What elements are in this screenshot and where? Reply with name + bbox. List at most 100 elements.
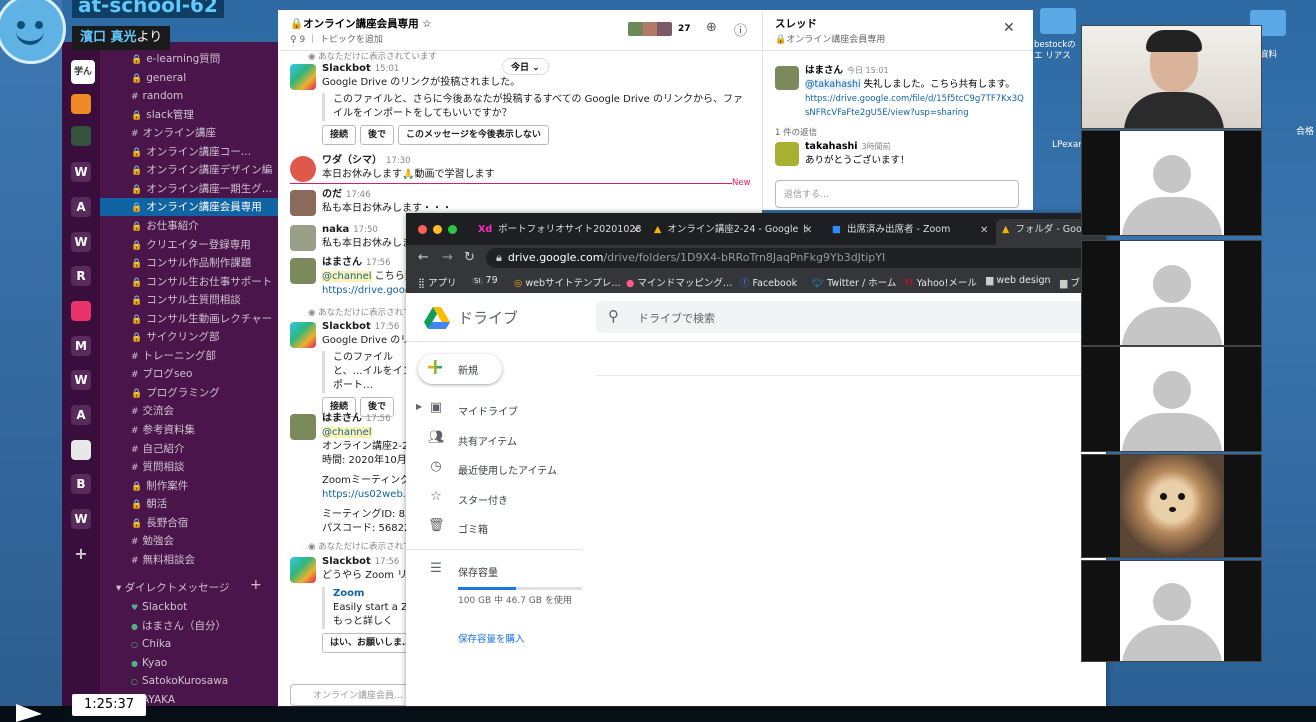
nav-starred[interactable]: スター付き: [458, 492, 508, 507]
yes-please-button[interactable]: はい、お願いしま…: [322, 633, 420, 653]
sidebar-channel[interactable]: 🔒 general: [100, 69, 278, 87]
desktop-file[interactable]: 資料: [1260, 48, 1277, 60]
zoom-video-tile[interactable]: [1081, 560, 1262, 662]
message-time[interactable]: 17:56: [375, 322, 400, 332]
user-avatar[interactable]: [290, 414, 316, 440]
sidebar-channel[interactable]: # 質問相談: [100, 458, 278, 476]
bookmark[interactable]: ● マインドマッピング…: [626, 275, 732, 289]
sidebar-channel[interactable]: 🔒 オンライン講座コー…: [100, 143, 278, 161]
add-workspace-button[interactable]: +: [71, 544, 91, 564]
workspace-icon[interactable]: A: [71, 197, 91, 217]
minimize-window-dot[interactable]: [433, 225, 442, 234]
tab-close-icon[interactable]: ✕: [632, 225, 640, 236]
nav-recent[interactable]: 最近使用したアイテム: [458, 462, 557, 477]
user-mention[interactable]: @takahashi: [805, 79, 861, 90]
workspace-icon[interactable]: [71, 126, 91, 146]
zoom-video-tile[interactable]: [1081, 130, 1262, 236]
message-author[interactable]: ワダ（シマ）: [322, 155, 382, 166]
new-button[interactable]: + 新規: [418, 354, 502, 384]
reload-icon[interactable]: ↻: [464, 250, 475, 265]
sidebar-channel[interactable]: 🔒 オンライン講座デザイン編: [100, 161, 278, 179]
message-time[interactable]: 17:46: [346, 190, 371, 200]
desktop-file[interactable]: bestockのエ リアス: [1034, 40, 1080, 62]
sidebar-dm[interactable]: ● はまさん（自分）: [100, 617, 278, 635]
message-time[interactable]: 17:30: [386, 156, 411, 166]
member-count[interactable]: 27: [678, 24, 691, 34]
close-window-dot[interactable]: [418, 225, 427, 234]
message-author[interactable]: はまさん: [322, 413, 362, 424]
sidebar-channel[interactable]: 🔒 長野合宿: [100, 514, 278, 532]
add-member-icon[interactable]: ⊕: [706, 20, 717, 35]
sidebar-dm[interactable]: ♥ Slackbot: [100, 598, 278, 616]
sidebar-channel[interactable]: 🔒 オンライン講座一期生グ…: [100, 180, 278, 198]
thread-parent-author[interactable]: はまさん: [805, 65, 843, 76]
sidebar-channel[interactable]: 🔒 コンサル生お仕事サポート: [100, 273, 278, 291]
back-icon[interactable]: ←: [418, 250, 429, 265]
later-button[interactable]: 後で: [360, 125, 395, 145]
channel-mention[interactable]: @channel: [322, 427, 372, 438]
close-icon[interactable]: ✕: [1003, 20, 1015, 36]
bookmark[interactable]: ◎ webサイトテンプレ…: [514, 275, 621, 289]
sidebar-channel[interactable]: 🔒 制作案件: [100, 477, 278, 495]
sidebar-channel[interactable]: 🔒 プログラミング: [100, 384, 278, 402]
browser-tab[interactable]: Xd ポートフォリオサイト20201028: [472, 219, 644, 245]
address-bar[interactable]: 🔒︎ drive.google.com/drive/folders/1D9X4-b…: [486, 248, 1106, 268]
buy-storage-link[interactable]: 保存容量を購入: [458, 631, 525, 645]
user-avatar[interactable]: [290, 156, 316, 182]
bookmark[interactable]: Y! Yahoo!メール: [904, 275, 977, 289]
storage-label[interactable]: 保存容量: [458, 564, 498, 579]
sidebar-channel[interactable]: 🔒 コンサル作品制作課題: [100, 254, 278, 272]
sidebar-channel[interactable]: # 参考資料集: [100, 421, 278, 439]
message-time[interactable]: 17:56: [375, 557, 400, 567]
sidebar-channel[interactable]: # random: [100, 87, 278, 105]
bookmark-folder[interactable]: ▆ web design: [986, 275, 1051, 286]
nav-shared[interactable]: 共有アイテム: [458, 433, 517, 448]
user-avatar[interactable]: [290, 190, 316, 216]
sidebar-channel[interactable]: 🔒 サイクリング部: [100, 328, 278, 346]
workspace-icon[interactable]: A: [71, 405, 91, 425]
workspace-icon[interactable]: [71, 301, 91, 321]
sidebar-channel[interactable]: 🔒 コンサル生質問相談: [100, 291, 278, 309]
bookmark-apps[interactable]: ⣿ アプリ: [418, 275, 457, 289]
workspace-icon[interactable]: W: [71, 370, 91, 390]
workspace-icon[interactable]: W: [71, 509, 91, 529]
sidebar-channel[interactable]: 🔒 クリエイター登録専用: [100, 236, 278, 254]
sidebar-channel[interactable]: 🔒 コンサル生動画レクチャー: [100, 310, 278, 328]
info-icon[interactable]: ⓘ: [734, 20, 747, 39]
slackbot-avatar[interactable]: [290, 64, 316, 90]
message-time[interactable]: 17:56: [366, 414, 391, 424]
workspace-icon[interactable]: W: [71, 232, 91, 252]
reply-author[interactable]: takahashi: [805, 141, 858, 152]
folder-icon[interactable]: [1040, 8, 1076, 34]
message-author[interactable]: naka: [322, 224, 349, 235]
zoom-video-tile[interactable]: [1081, 454, 1262, 558]
message-time[interactable]: 17:50: [353, 225, 378, 235]
connect-button[interactable]: 接続: [322, 125, 357, 145]
zoom-video-tile-active[interactable]: [1081, 25, 1262, 129]
message-time[interactable]: 15:01: [375, 64, 400, 74]
channel-title[interactable]: 🔒オンライン講座会員専用 ☆: [290, 16, 432, 31]
message-author[interactable]: はまさん: [322, 257, 362, 268]
channel-topic[interactable]: ♀ 9 ｜ トピックを追加: [290, 32, 383, 45]
workspace-icon[interactable]: B: [71, 474, 91, 494]
member-avatars[interactable]: [628, 22, 672, 36]
slackbot-avatar[interactable]: [290, 557, 316, 583]
forward-icon[interactable]: →: [442, 250, 453, 265]
message-author[interactable]: のだ: [322, 189, 342, 200]
message-time[interactable]: 17:56: [366, 258, 391, 268]
sidebar-channel[interactable]: 🔒 オンライン講座会員専用: [100, 198, 278, 217]
thread-parent-link[interactable]: https://drive.google.com/file/d/15f5tcC9…: [805, 92, 1025, 120]
thread-avatar[interactable]: [775, 66, 799, 90]
message-author[interactable]: Slackbot: [322, 63, 371, 74]
drive-logo[interactable]: [424, 307, 450, 329]
video-player-bar[interactable]: [0, 704, 1316, 722]
thread-parent-time[interactable]: 今日 15:01: [847, 66, 889, 75]
channel-mention[interactable]: @channel: [322, 271, 372, 282]
dont-show-button[interactable]: このメッセージを今後表示しない: [398, 125, 549, 145]
sidebar-dm[interactable]: ○ SatokoKurosawa: [100, 672, 278, 690]
sidebar-channel[interactable]: # 交流会: [100, 402, 278, 420]
workspace-icon[interactable]: [71, 440, 91, 460]
bookmark[interactable]: SI 79: [472, 275, 498, 286]
sidebar-channel[interactable]: # ブログseo: [100, 365, 278, 383]
star-icon[interactable]: ☆: [422, 18, 431, 30]
